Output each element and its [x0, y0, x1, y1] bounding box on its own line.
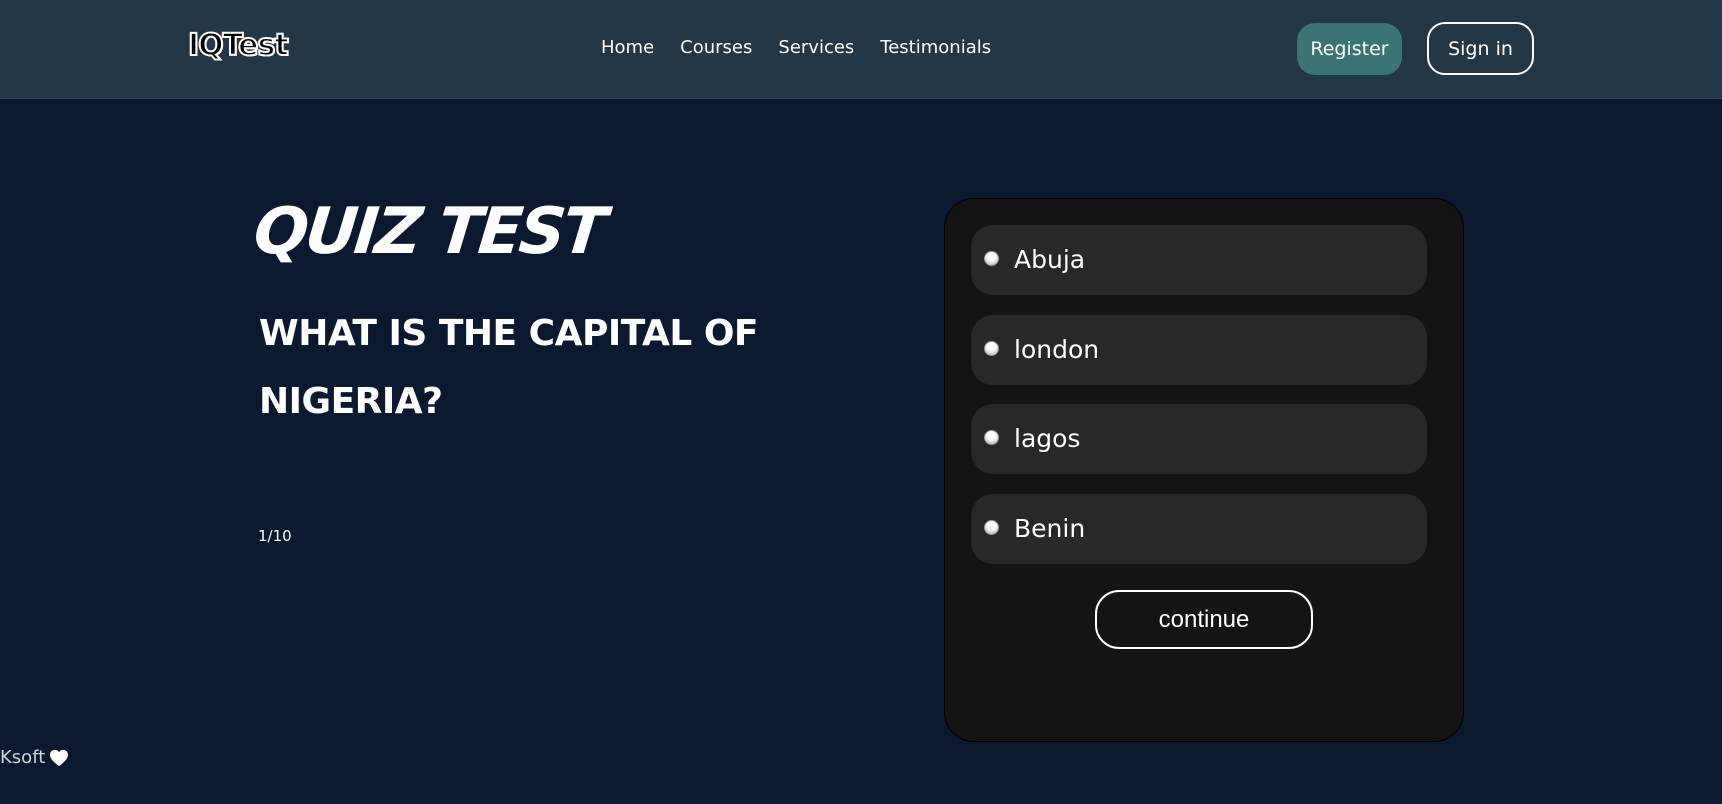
continue-button[interactable]: continue	[1095, 590, 1313, 649]
nav-home-link[interactable]: Home	[601, 36, 654, 60]
heart-icon	[49, 749, 69, 767]
radio-button[interactable]	[984, 430, 999, 445]
sign-in-button[interactable]: Sign in	[1427, 22, 1534, 75]
option-abuja[interactable]: Abuja	[971, 225, 1427, 295]
option-benin[interactable]: Benin	[971, 494, 1427, 564]
nav-testimonials-link[interactable]: Testimonials	[880, 36, 991, 60]
quiz-card: Abuja london lagos Benin continue	[944, 198, 1464, 742]
register-button[interactable]: Register	[1297, 23, 1402, 75]
nav-services-link[interactable]: Services	[778, 36, 854, 60]
option-label: Abuja	[1014, 245, 1086, 274]
option-label: lagos	[1014, 424, 1081, 453]
credit-text: Ksoft	[0, 747, 46, 768]
radio-button[interactable]	[984, 341, 999, 356]
radio-button[interactable]	[984, 251, 999, 266]
nav-links: Home Courses Services Testimonials	[601, 36, 991, 60]
option-label: london	[1014, 335, 1100, 364]
nav-courses-link[interactable]: Courses	[680, 36, 752, 60]
option-lagos[interactable]: lagos	[971, 404, 1427, 474]
quiz-title: QUIZ TEST	[250, 195, 608, 269]
navbar: IQTest Home Courses Services Testimonial…	[0, 0, 1722, 99]
option-label: Benin	[1014, 514, 1086, 543]
radio-button[interactable]	[984, 520, 999, 535]
option-london[interactable]: london	[971, 315, 1427, 385]
logo[interactable]: IQTest	[187, 27, 290, 64]
question-progress: 1/10	[258, 527, 292, 545]
question-text: WHAT IS THE CAPITAL OF NIGERIA?	[259, 313, 759, 422]
footer-credit: Ksoft	[0, 746, 69, 770]
